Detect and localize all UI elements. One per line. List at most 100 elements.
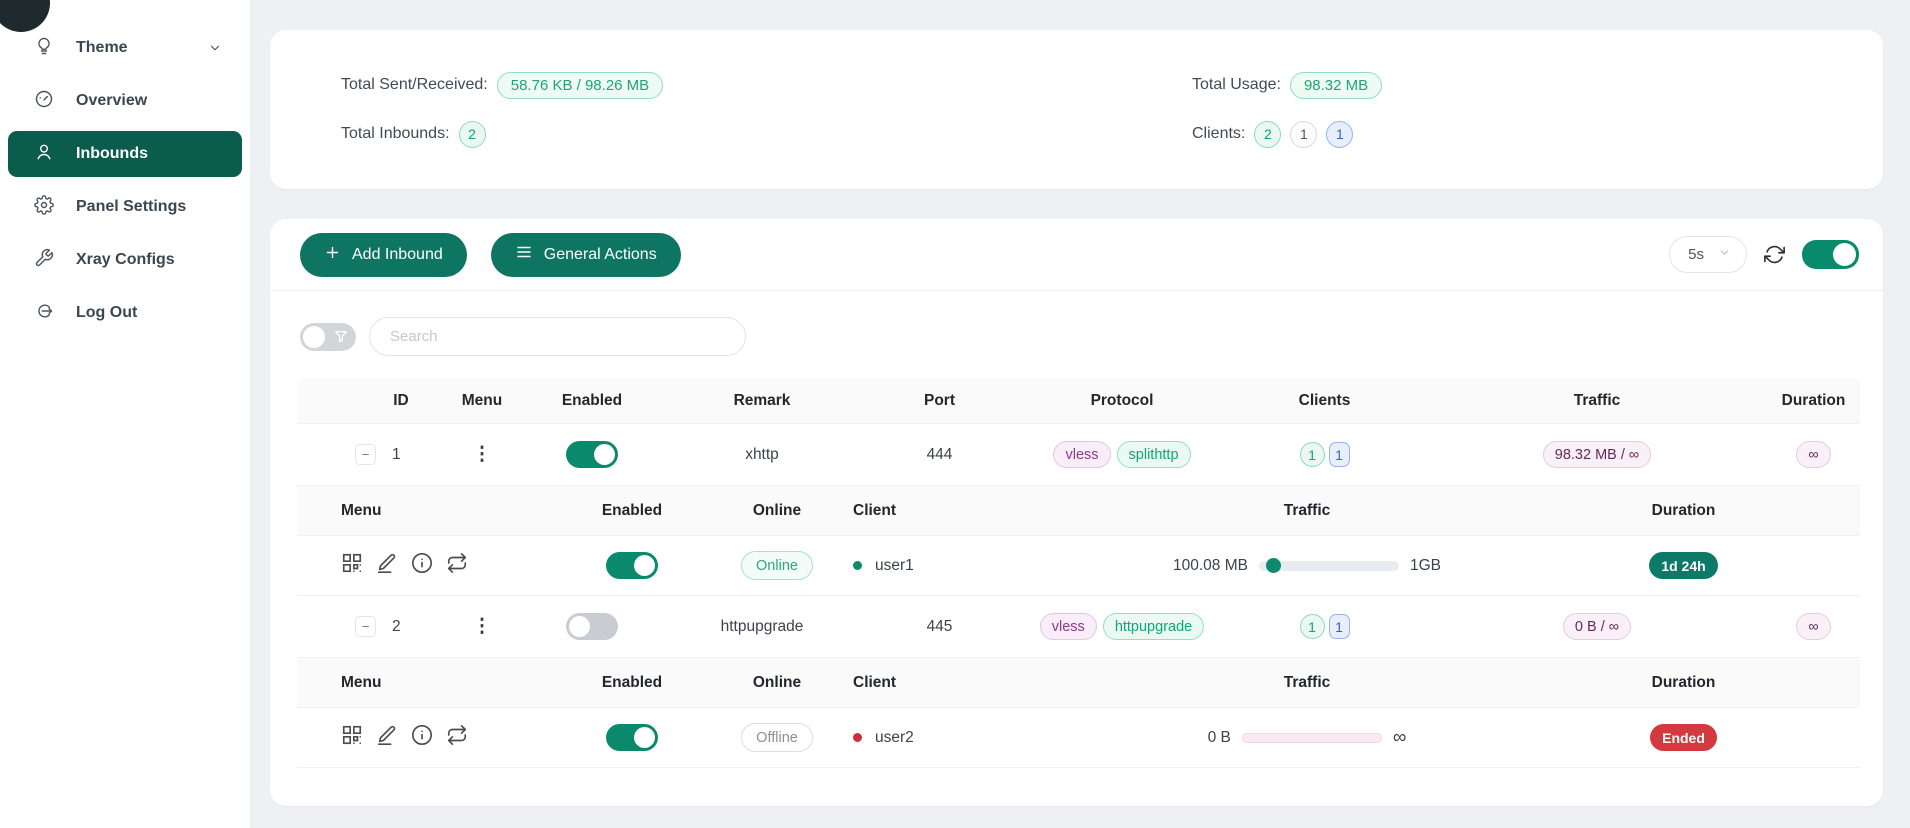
sub-header-traffic: Traffic <box>1107 502 1507 520</box>
row-menu-button[interactable]: ⋮ <box>473 443 492 466</box>
col-header-traffic: Traffic <box>1427 392 1767 410</box>
reset-traffic-icon[interactable] <box>446 724 468 751</box>
sub-header-online: Online <box>707 502 847 520</box>
logout-icon <box>34 301 54 325</box>
client-status-dot <box>853 561 862 570</box>
col-header-enabled: Enabled <box>517 392 667 410</box>
client-traffic-cell: 0 B ∞ <box>1107 727 1507 749</box>
stat-sent-received: Total Sent/Received: 58.76 KB / 98.26 MB <box>341 70 1192 100</box>
col-header-protocol: Protocol <box>1022 392 1222 410</box>
search-row <box>270 291 1883 376</box>
clients-badge-total: 2 <box>1254 121 1281 148</box>
toggle-knob <box>594 444 615 465</box>
chevron-down-icon <box>1718 246 1731 263</box>
client-count-badge: 1 <box>1329 442 1350 467</box>
app-root: Theme Overview Inbounds Panel Settings X… <box>0 0 1910 828</box>
sidebar-item-inbounds[interactable]: Inbounds <box>8 131 242 177</box>
sidebar-item-label: Overview <box>76 92 147 110</box>
sidebar-item-label: Inbounds <box>76 145 148 163</box>
sub-header-menu: Menu <box>297 502 557 520</box>
inbound-enabled-toggle[interactable] <box>566 441 618 468</box>
sidebar-item-label: Xray Configs <box>76 251 175 269</box>
inbound-remark: httpupgrade <box>667 618 857 636</box>
stats-right-column: Total Usage: 98.32 MB Clients: 2 1 1 <box>1192 70 1883 189</box>
gear-icon <box>34 195 54 219</box>
inbounds-card: Add Inbound General Actions 5s <box>270 219 1883 806</box>
sub-header-menu: Menu <box>297 674 557 692</box>
client-name: user2 <box>875 729 914 747</box>
id-cell: − 1 <box>297 444 447 465</box>
traffic-used: 0 B <box>1208 729 1231 747</box>
client-enabled-toggle[interactable] <box>606 724 658 751</box>
sub-header-traffic: Traffic <box>1107 674 1507 692</box>
sidebar-item-theme[interactable]: Theme <box>8 25 242 71</box>
auto-refresh-toggle[interactable] <box>1802 240 1859 269</box>
client-row-user1: Online user1 100.08 MB 1GB 1d 24h <box>297 536 1860 596</box>
edit-icon[interactable] <box>376 724 398 751</box>
sub-header-enabled: Enabled <box>557 502 707 520</box>
stats-card: Total Sent/Received: 58.76 KB / 98.26 MB… <box>270 30 1883 189</box>
id-cell: − 2 <box>297 616 447 637</box>
inbound-client-counts: 1 1 <box>1222 442 1427 467</box>
sidebar-item-label: Theme <box>76 39 128 57</box>
qr-code-icon[interactable] <box>341 552 363 579</box>
inbound-traffic-pill: 98.32 MB / ∞ <box>1543 441 1652 468</box>
inbound-traffic-pill: 0 B / ∞ <box>1563 613 1631 640</box>
sub-header-duration: Duration <box>1507 674 1860 692</box>
toggle-knob <box>634 727 655 748</box>
toggle-knob <box>1833 243 1856 266</box>
general-actions-button[interactable]: General Actions <box>491 233 681 277</box>
total-inbounds-badge: 2 <box>459 121 486 148</box>
add-inbound-button[interactable]: Add Inbound <box>300 233 467 277</box>
client-header-row: Menu Enabled Online Client Traffic Durat… <box>297 658 1860 708</box>
toggle-knob <box>303 326 325 348</box>
collapse-button[interactable]: − <box>355 616 376 637</box>
sidebar-item-overview[interactable]: Overview <box>8 78 242 124</box>
qr-code-icon[interactable] <box>341 724 363 751</box>
clients-badges: 2 1 1 <box>1254 121 1353 148</box>
refresh-icon[interactable] <box>1764 244 1785 265</box>
edit-icon[interactable] <box>376 552 398 579</box>
client-menu-cell <box>297 552 557 579</box>
sidebar-item-panel-settings[interactable]: Panel Settings <box>8 184 242 230</box>
inbound-enabled-toggle[interactable] <box>566 613 618 640</box>
sidebar-item-log-out[interactable]: Log Out <box>8 290 242 336</box>
total-usage-value: 98.32 MB <box>1290 72 1382 99</box>
inbound-id: 2 <box>392 618 401 636</box>
inbound-duration-pill: ∞ <box>1796 441 1830 468</box>
wrench-icon <box>34 248 54 272</box>
inbound-protocols: vless httpupgrade <box>1022 613 1222 640</box>
row-menu-button[interactable]: ⋮ <box>473 615 492 638</box>
refresh-interval-value: 5s <box>1688 246 1704 263</box>
inbound-port: 445 <box>857 618 1022 636</box>
clients-badge-online: 1 <box>1326 121 1353 148</box>
stat-total-inbounds: Total Inbounds: 2 <box>341 119 1192 149</box>
traffic-total: 1GB <box>1410 557 1441 575</box>
reset-traffic-icon[interactable] <box>446 552 468 579</box>
sidebar-item-xray-configs[interactable]: Xray Configs <box>8 237 242 283</box>
inbound-port: 444 <box>857 446 1022 464</box>
protocol-pill: vless <box>1040 613 1097 640</box>
sub-header-online: Online <box>707 674 847 692</box>
sub-header-client: Client <box>847 502 1107 520</box>
plus-icon <box>324 244 341 266</box>
stat-total-usage: Total Usage: 98.32 MB <box>1192 70 1883 100</box>
client-count-badge: 1 <box>1329 614 1350 639</box>
search-input[interactable] <box>369 317 746 356</box>
general-actions-label: General Actions <box>544 246 657 264</box>
table-header-row: ID Menu Enabled Remark Port Protocol Cli… <box>297 378 1860 424</box>
chevron-down-icon <box>208 41 222 55</box>
collapse-button[interactable]: − <box>355 444 376 465</box>
transport-pill: httpupgrade <box>1103 613 1204 640</box>
info-icon[interactable] <box>411 552 433 579</box>
client-enabled-toggle[interactable] <box>606 552 658 579</box>
client-name: user1 <box>875 557 914 575</box>
menu-icon <box>515 243 533 266</box>
refresh-interval-select[interactable]: 5s <box>1669 236 1747 273</box>
info-icon[interactable] <box>411 724 433 751</box>
inbound-id: 1 <box>392 446 401 464</box>
filter-toggle[interactable] <box>300 323 356 351</box>
inbound-protocols: vless splithttp <box>1022 441 1222 468</box>
client-header-row: Menu Enabled Online Client Traffic Durat… <box>297 486 1860 536</box>
col-header-clients: Clients <box>1222 392 1427 410</box>
